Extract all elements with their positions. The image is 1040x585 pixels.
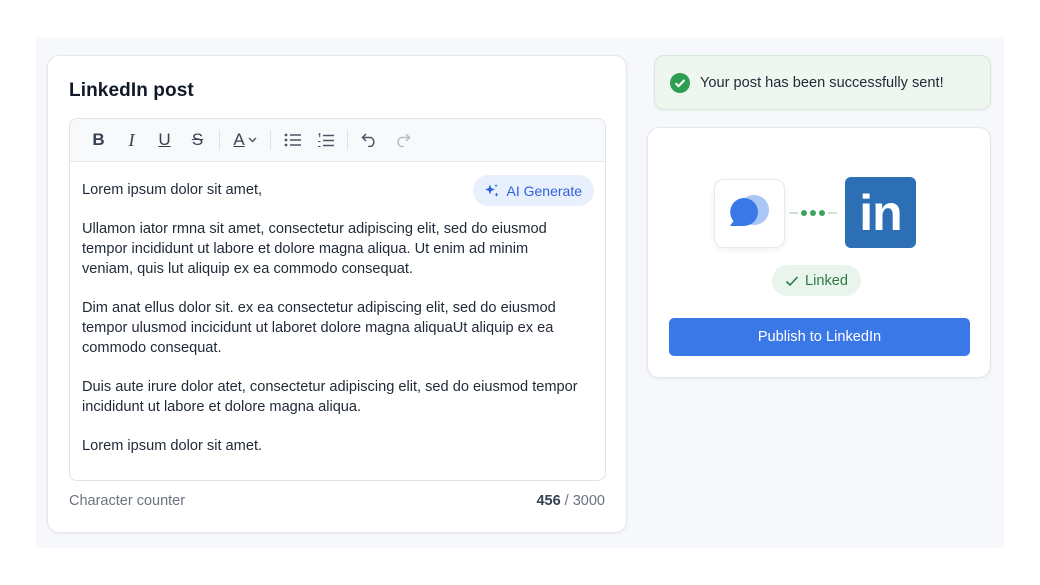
toolbar-divider (347, 130, 348, 150)
strikethrough-button[interactable]: S (181, 125, 214, 155)
numbered-list-icon (317, 132, 334, 147)
font-color-dropdown[interactable]: A (225, 125, 265, 155)
check-icon (785, 275, 799, 286)
editor-toolbar: B I U S A (70, 119, 605, 162)
card-title: LinkedIn post (69, 80, 194, 101)
paragraph: Ullamon iator rmna sit amet, consectetur… (82, 221, 547, 277)
chevron-down-icon (248, 137, 257, 143)
check-circle-icon (670, 72, 690, 93)
numbered-list-button[interactable] (309, 125, 342, 155)
linkedin-logo-text: in (859, 184, 902, 241)
underline-icon: U (158, 130, 171, 149)
italic-button[interactable]: I (115, 125, 148, 155)
bullet-list-icon (284, 133, 301, 147)
undo-button[interactable] (353, 125, 386, 155)
ai-generate-button[interactable]: AI Generate (472, 175, 594, 206)
linkedin-logo: in (845, 177, 916, 248)
bold-button[interactable]: B (82, 125, 115, 155)
rich-text-editor: B I U S A AI Generate Lorem ipsum dolor … (69, 118, 606, 481)
success-toast: Your post has been successfully sent! (654, 55, 991, 110)
sparkle-icon (484, 183, 499, 197)
chat-bubble-icon (729, 194, 769, 226)
counter-separator: / (560, 493, 573, 509)
character-counter-value: 456 / 3000 (536, 493, 605, 509)
redo-button[interactable] (386, 125, 419, 155)
toolbar-divider (219, 130, 220, 150)
font-color-icon: A (233, 130, 245, 149)
editor-content[interactable]: AI Generate Lorem ipsum dolor sit amet, … (70, 162, 605, 456)
character-counter-label: Character counter (69, 493, 186, 509)
toast-message: Your post has been successfully sent! (700, 74, 944, 91)
paragraph: Lorem ipsum dolor sit amet. (82, 438, 263, 454)
redo-icon (397, 133, 411, 147)
ai-generate-label: AI Generate (506, 182, 583, 199)
strikethrough-icon: S (191, 130, 204, 149)
toolbar-divider (270, 130, 271, 150)
underline-button[interactable]: U (148, 125, 181, 155)
character-limit: 3000 (572, 493, 605, 509)
publish-card: in Linked Publish to LinkedIn (647, 127, 991, 378)
app-logo (714, 179, 785, 248)
bold-icon: B (92, 130, 105, 149)
bullet-list-button[interactable] (276, 125, 309, 155)
linkedin-post-card: LinkedIn post B I U S A AI Generate Lore… (47, 55, 627, 533)
linked-status-badge: Linked (772, 265, 861, 296)
connection-indicator (789, 210, 843, 216)
paragraph: Duis aute irure dolor atet, consectetur … (82, 379, 578, 415)
italic-icon: I (128, 129, 135, 150)
undo-icon (361, 133, 375, 147)
character-count: 456 (536, 493, 561, 509)
paragraph: Dim anat ellus dolor sit. ex ea consecte… (82, 300, 556, 356)
linked-label: Linked (804, 272, 848, 289)
publish-to-linkedin-button[interactable]: Publish to LinkedIn (669, 318, 970, 356)
